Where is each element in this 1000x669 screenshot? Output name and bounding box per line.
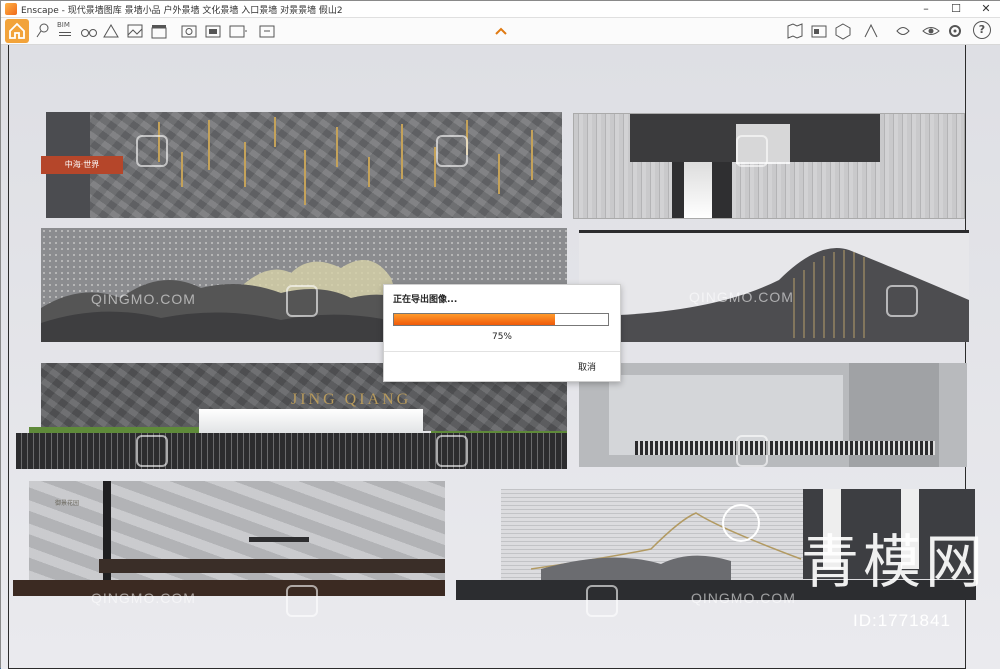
atmosphere-icon [896, 27, 910, 35]
watermark-logo-icon [736, 435, 768, 467]
dialog-title: 正在导出图像... [393, 295, 458, 305]
export-360-button[interactable] [227, 21, 247, 41]
watermark-url: QINGMO.COM [91, 590, 196, 606]
help-button[interactable]: ? [973, 21, 991, 39]
landscape-icon [127, 24, 143, 38]
watermark-url: QINGMO.COM [689, 289, 794, 305]
dialog-divider [384, 351, 620, 352]
progress-bar [393, 313, 609, 326]
cancel-button[interactable]: 取消 [578, 360, 596, 373]
map-icon [787, 23, 803, 39]
marble-wall-bench [29, 481, 445, 581]
stone-wall-gold-rods [46, 112, 562, 218]
video-button[interactable] [149, 21, 169, 41]
watermark-logo-icon [286, 585, 318, 617]
material-editor-button[interactable] [861, 21, 881, 41]
title-bar[interactable]: Enscape - 现代景墙图库 景墙小品 户外景墙 文化景墙 入口景墙 对景景… [1, 1, 1000, 18]
landscape-button[interactable] [125, 21, 145, 41]
small-wall-sign: 御景花园 [55, 500, 80, 507]
watermark-url: QINGMO.COM [91, 291, 196, 307]
settings-button[interactable] [945, 21, 965, 41]
wood-platform [13, 580, 445, 596]
bim-label: BIM [57, 21, 70, 29]
export-360-icon [229, 25, 247, 38]
jing-qiang-lettering: JING QIANG [291, 391, 412, 408]
clapperboard-icon [151, 25, 167, 39]
binoculars-button[interactable] [79, 21, 99, 41]
watermark-logo-icon [586, 585, 618, 617]
asset-library-icon [811, 25, 827, 38]
gear-icon [949, 25, 961, 37]
export-exe-icon [259, 25, 275, 38]
export-progress-dialog: 正在导出图像... 75% 取消 [383, 284, 621, 382]
watermark-logo-icon [136, 135, 168, 167]
watermark-logo-icon [886, 285, 918, 317]
minimize-button[interactable]: – [911, 1, 941, 17]
maximize-button[interactable]: ☐ [941, 1, 971, 17]
home-icon [9, 22, 25, 39]
progress-percent: 75% [491, 332, 512, 342]
window-title: Enscape - 现代景墙图库 景墙小品 户外景墙 文化景墙 入口景墙 对景景… [21, 6, 343, 16]
location-pin-icon [36, 23, 49, 38]
binoculars-icon [81, 29, 97, 37]
atmosphere-button[interactable] [893, 21, 913, 41]
cube-icon [835, 23, 851, 40]
watermark-logo-icon [736, 135, 768, 167]
project-sign: 中海·世界 [41, 156, 123, 174]
asset-library-button[interactable] [809, 21, 829, 41]
watermark-id: ID:1771841 [853, 611, 951, 630]
visibility-icon [922, 27, 940, 35]
location-pin-button[interactable] [33, 21, 53, 41]
material-editor-icon [864, 23, 878, 38]
bim-button[interactable]: BIM [55, 21, 75, 41]
cube-button[interactable] [833, 21, 853, 41]
watermark-logo-icon [136, 435, 168, 467]
watermark-logo-icon [436, 435, 468, 467]
help-icon: ? [978, 23, 986, 36]
watermark-logo-icon [286, 285, 318, 317]
close-button[interactable]: ✕ [971, 1, 1000, 17]
watermark-url: QINGMO.COM [691, 590, 796, 606]
chevron-up-icon [495, 27, 507, 35]
toolbar: BIM ? [1, 18, 1000, 45]
watermark-brand: 青模网 [801, 528, 988, 596]
screenshot-icon [181, 25, 197, 38]
screenshot-button[interactable] [179, 21, 199, 41]
progress-bar-fill [394, 314, 555, 325]
batch-render-button[interactable] [203, 21, 223, 41]
enscape-window: Enscape - 现代景墙图库 景墙小品 户外景墙 文化景墙 入口景墙 对景景… [0, 0, 1000, 669]
enscape-logo-icon [5, 3, 17, 15]
watermark-logo-icon [436, 135, 468, 167]
stepped-base [16, 433, 567, 469]
export-exe-button[interactable] [257, 21, 277, 41]
map-button[interactable] [785, 21, 805, 41]
glass-screen-wall [579, 363, 967, 467]
striped-wall-waterfall [573, 113, 965, 219]
collapse-toolbar-button[interactable] [493, 24, 509, 38]
visibility-button[interactable] [921, 21, 941, 41]
home-button[interactable] [5, 19, 29, 43]
batch-render-icon [205, 25, 221, 38]
scene-button[interactable] [101, 21, 121, 41]
scene-icon [103, 24, 119, 38]
